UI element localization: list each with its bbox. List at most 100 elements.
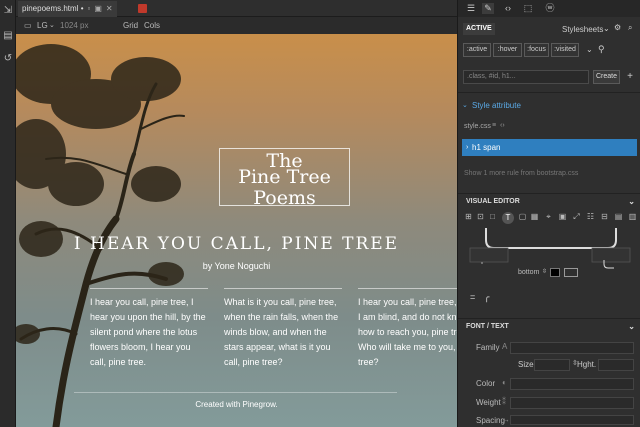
- font-weight-select[interactable]: [510, 397, 634, 409]
- table-icon[interactable]: ⊟: [600, 212, 609, 222]
- pseudo-active-button[interactable]: :active: [463, 43, 491, 57]
- visual-editor-header[interactable]: VISUAL EDITOR ⌄: [458, 193, 640, 209]
- chevron-down-icon[interactable]: ⌄: [603, 24, 610, 33]
- settings-icon[interactable]: ⚙: [614, 23, 621, 32]
- style-brush-icon[interactable]: ✎: [482, 3, 494, 14]
- left-toolbar: ⇲ ▤ ↺: [0, 0, 16, 427]
- active-label: ACTIVE: [463, 23, 495, 35]
- pseudo-focus-button[interactable]: :focus: [524, 43, 549, 57]
- tree-icon[interactable]: ☰: [465, 3, 477, 14]
- border-style-swatch[interactable]: [564, 268, 578, 277]
- cols-toggle[interactable]: Cols: [144, 17, 160, 34]
- chevron-down-icon[interactable]: ⌄: [628, 319, 635, 335]
- border-radius-icon[interactable]: ╭: [484, 292, 489, 303]
- font-size-input[interactable]: [534, 359, 570, 371]
- chevron-down-icon[interactable]: ⌄: [628, 194, 635, 210]
- code-view-icon[interactable]: ▣: [94, 1, 102, 17]
- device-icon[interactable]: ▭: [24, 17, 32, 34]
- title-line-pine-tree: Pine Tree: [238, 166, 331, 188]
- chevron-right-icon: ›: [466, 144, 469, 151]
- chevron-down-icon[interactable]: ⌄: [586, 45, 593, 54]
- undo-icon[interactable]: ↺: [3, 54, 13, 64]
- position-icon[interactable]: ⊡: [476, 212, 485, 222]
- spacing-label: Spacing: [476, 416, 505, 425]
- close-tab-icon[interactable]: ✕: [106, 1, 113, 17]
- page-width: 1024 px: [60, 21, 89, 30]
- visual-editor-title: VISUAL EDITOR: [466, 198, 520, 205]
- element-library-icon[interactable]: ⬚: [522, 3, 534, 14]
- poem-column-2[interactable]: What is it you call, pine tree, when the…: [224, 288, 342, 370]
- font-text-header[interactable]: FONT / TEXT ⌄: [458, 318, 640, 334]
- page-footer[interactable]: Created with Pinegrow.: [16, 400, 457, 409]
- tab-pinepoems[interactable]: pinepoems.html • ▫ ▣ ✕: [18, 1, 117, 17]
- stylesheets-dropdown[interactable]: Stylesheets: [562, 25, 603, 34]
- box-icon[interactable]: □: [488, 212, 497, 222]
- text-color-input[interactable]: [510, 378, 634, 390]
- more-icon[interactable]: ▥: [628, 212, 637, 222]
- class-selector-input[interactable]: .class, #id, h1...: [463, 70, 589, 84]
- background-icon[interactable]: ▦: [530, 212, 539, 222]
- selected-css-rule[interactable]: › h1 span: [462, 139, 637, 156]
- page-canvas[interactable]: The Pine Tree Poems I HEAR YOU CALL, PIN…: [16, 34, 457, 427]
- bottom-label: bottom: [518, 269, 540, 276]
- code-icon[interactable]: ‹›: [500, 122, 505, 129]
- style-attribute-toggle[interactable]: Style attribute: [472, 101, 521, 110]
- weight-icon[interactable]: ⁑: [502, 397, 506, 406]
- properties-panel: ☰ ✎ ‹› ⬚ ⓦ ACTIVE Stylesheets ⌄ ⚙ ⌕ :act…: [457, 0, 640, 427]
- divider: [458, 92, 640, 93]
- letter-spacing-input[interactable]: [510, 415, 634, 425]
- transform-icon[interactable]: ⤢: [572, 212, 581, 222]
- pin-icon[interactable]: ⚲: [598, 44, 605, 55]
- size-label: Size: [518, 360, 534, 369]
- wordpress-icon[interactable]: ⓦ: [544, 3, 556, 14]
- show-more-rules-link[interactable]: Show 1 more rule from bootstrap.css: [464, 170, 578, 177]
- font-icon[interactable]: A: [502, 342, 507, 351]
- chevron-down-icon[interactable]: ⌄: [49, 17, 55, 34]
- code-icon[interactable]: ‹›: [502, 3, 514, 14]
- line-height-label: Hght.: [577, 360, 597, 369]
- color-picker-icon[interactable]: ◐: [502, 378, 507, 387]
- grid-toggle[interactable]: Grid: [123, 17, 138, 34]
- font-text-title: FONT / TEXT: [466, 323, 509, 330]
- border-icon[interactable]: ▢: [518, 212, 527, 222]
- view-toolbar: ▭ LG ⌄ 1024 px Grid Cols: [16, 17, 457, 34]
- color-label: Color: [476, 379, 496, 388]
- list-icon[interactable]: ≡: [492, 122, 496, 129]
- chevron-down-icon[interactable]: ⌄: [462, 101, 468, 109]
- panel-tabs: ☰ ✎ ‹› ⬚ ⓦ: [458, 0, 640, 17]
- create-rule-button[interactable]: Create: [593, 70, 620, 84]
- poem-byline[interactable]: by Yone Noguchi: [16, 261, 457, 271]
- align-equal-icon[interactable]: =: [470, 292, 475, 302]
- rule-selector: h1 span: [472, 143, 501, 152]
- document-tab-bar: pinepoems.html • ▫ ▣ ✕: [16, 0, 457, 17]
- line-height-input[interactable]: [598, 359, 634, 371]
- poem-column-1[interactable]: I hear you call, pine tree, I hear you u…: [90, 288, 208, 370]
- pseudo-visited-button[interactable]: :visited: [551, 43, 579, 57]
- stepper-icon[interactable]: ⇳: [542, 268, 547, 275]
- spacing-icon[interactable]: ↔: [502, 415, 510, 424]
- import-icon[interactable]: ⇲: [3, 6, 13, 16]
- add-rule-icon[interactable]: +: [624, 70, 636, 84]
- text-tool-icon[interactable]: T: [502, 212, 514, 224]
- visual-editor-tools: ⊞ ⊡ □ T ▢ ▦ ⌖ ▣ ⤢ ☷ ⊟ ▤ ▥: [462, 212, 638, 226]
- pseudo-hover-button[interactable]: :hover: [493, 43, 522, 57]
- title-box[interactable]: The Pine Tree Poems: [219, 148, 350, 209]
- stylesheet-file-label: style.css: [464, 123, 491, 130]
- border-color-swatch[interactable]: [550, 268, 560, 277]
- poem-headline[interactable]: I HEAR YOU CALL, PINE TREE: [16, 234, 457, 254]
- list-style-icon[interactable]: ☷: [586, 212, 595, 222]
- grid-icon[interactable]: ▤: [614, 212, 623, 222]
- search-icon[interactable]: ⌕: [628, 23, 632, 33]
- window-icon[interactable]: ▫: [88, 1, 91, 17]
- font-family-input[interactable]: [510, 342, 634, 354]
- image-icon[interactable]: ▣: [558, 212, 567, 222]
- poem-column-3[interactable]: I hear you call, pine tree, but I am bli…: [358, 288, 457, 370]
- device-select[interactable]: LG: [37, 17, 48, 34]
- poem-column-3-text: I hear you call, pine tree, but I am bli…: [358, 297, 457, 367]
- tab-title: pinepoems.html •: [22, 4, 84, 13]
- location-icon[interactable]: ⌖: [544, 212, 553, 222]
- title-line-poems: Poems: [253, 187, 316, 209]
- layout-icon[interactable]: ⊞: [464, 212, 473, 222]
- pages-icon[interactable]: ▤: [3, 31, 13, 41]
- page-settings-icon[interactable]: [138, 4, 147, 13]
